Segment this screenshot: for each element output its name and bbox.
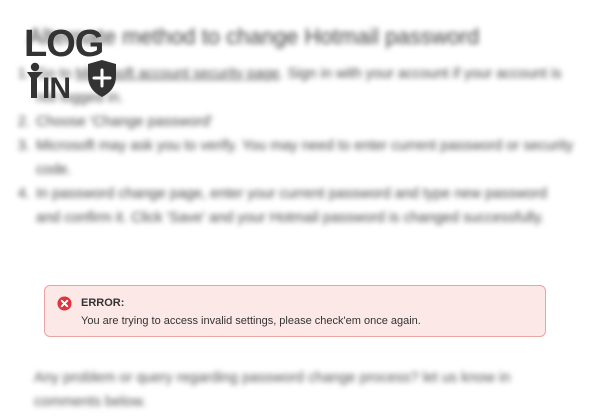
login-logo: LOG IN <box>24 23 116 102</box>
step-text: In password change page, enter your curr… <box>36 186 548 226</box>
step-text: Choose 'Change password' <box>36 114 213 130</box>
error-circle-x-icon <box>57 296 72 311</box>
step-text: Microsoft may ask you to verify. You may… <box>36 138 574 178</box>
step-item: In password change page, enter your curr… <box>34 182 574 230</box>
error-message: You are trying to access invalid setting… <box>81 315 421 327</box>
step-item: Microsoft may ask you to verify. You may… <box>34 134 574 182</box>
person-icon <box>27 62 43 98</box>
logo-text-log: LOG <box>24 23 103 65</box>
error-alert: ERROR: You are trying to access invalid … <box>44 285 546 337</box>
comments-prompt: Any problem or query regarding password … <box>34 370 511 410</box>
page: Alternate method to change Hotmail passw… <box>0 0 600 417</box>
shield-icon <box>88 60 116 97</box>
step-item: Choose 'Change password' <box>34 110 574 134</box>
logo-text-in: IN <box>42 72 70 102</box>
error-title: ERROR: <box>81 297 125 309</box>
